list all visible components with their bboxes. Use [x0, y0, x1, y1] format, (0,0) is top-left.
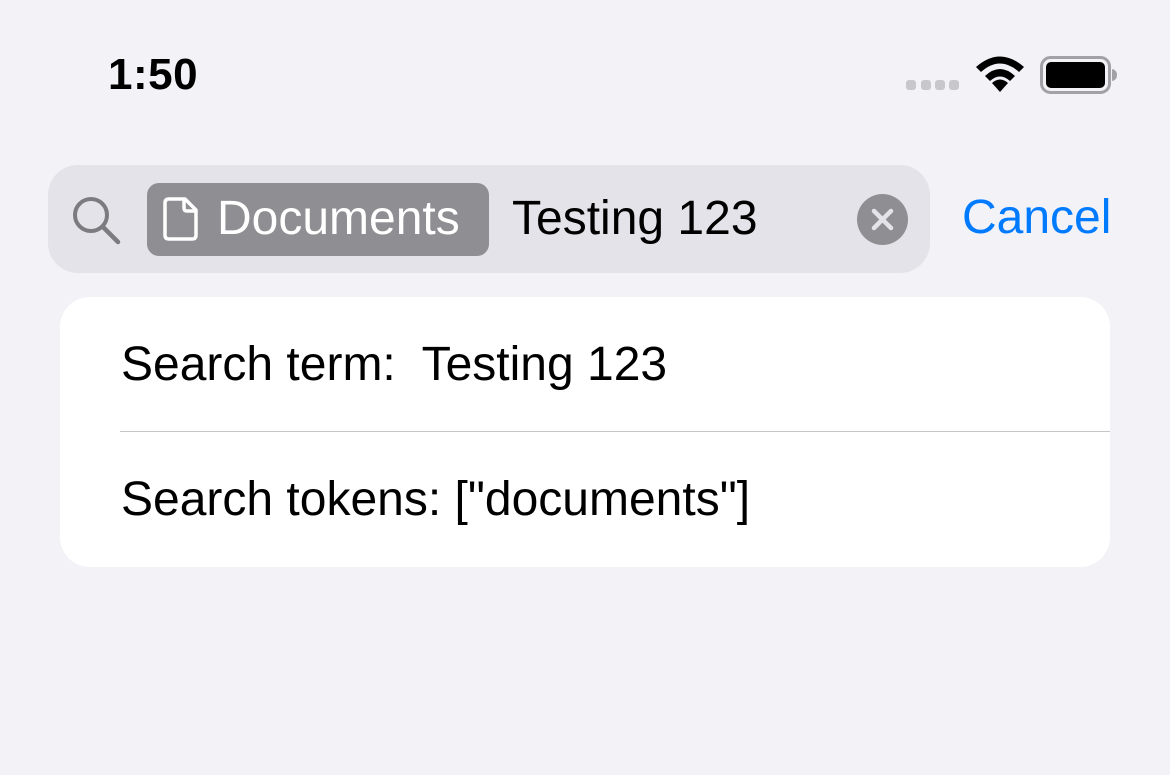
result-row-search-tokens: Search tokens: ["documents"] [60, 432, 1110, 566]
search-term-text: Search term: Testing 123 [121, 337, 667, 393]
battery-icon [1040, 56, 1117, 94]
search-input[interactable]: Testing 123 [512, 191, 758, 247]
status-bar: 1:50 [0, 0, 1170, 140]
search-term-label: Search term: [121, 338, 396, 391]
wifi-icon [976, 56, 1024, 92]
result-row-search-term: Search term: Testing 123 [60, 297, 1110, 431]
document-icon [163, 197, 198, 241]
search-tokens-label: Search tokens: [121, 473, 442, 526]
clear-search-button[interactable] [857, 194, 908, 245]
status-time: 1:50 [108, 50, 199, 99]
search-term-value: Testing 123 [421, 338, 668, 391]
search-icon [73, 197, 121, 245]
search-tokens-value: ["documents"] [454, 473, 751, 526]
cellular-signal-icon [906, 80, 960, 92]
clear-icon [871, 208, 894, 231]
results-card: Search term: Testing 123 Search tokens: … [60, 297, 1110, 567]
search-token-label: Documents [217, 192, 460, 245]
search-tokens-text: Search tokens: ["documents"] [121, 472, 750, 528]
screen: 1:50 Documents Testing 123 Cancel Search… [0, 0, 1170, 775]
cancel-button[interactable]: Cancel [962, 190, 1111, 246]
search-token-documents[interactable]: Documents [147, 183, 489, 256]
search-field[interactable]: Documents Testing 123 [48, 165, 930, 273]
